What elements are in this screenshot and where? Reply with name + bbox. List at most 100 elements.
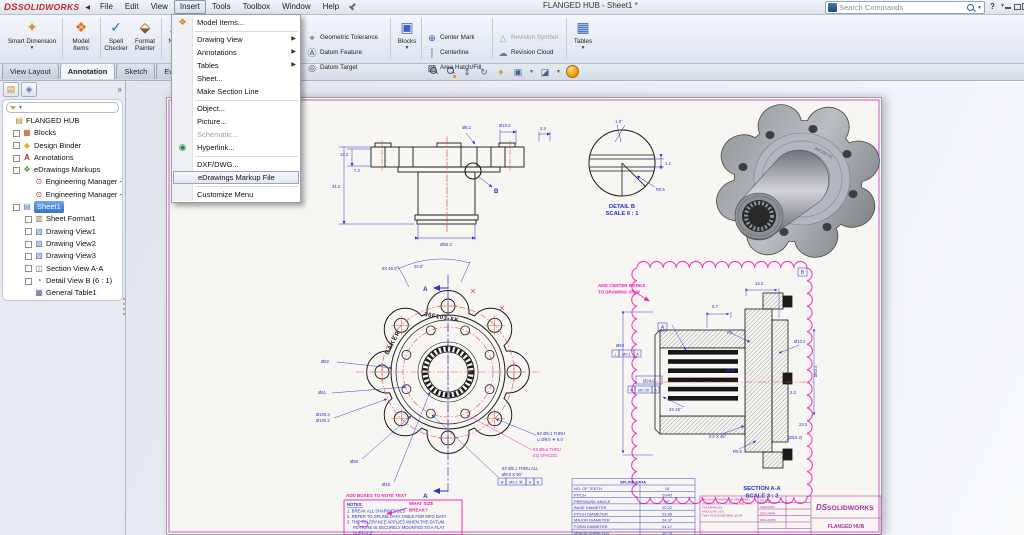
menu-item[interactable]: Edit xyxy=(119,0,145,14)
menu-item[interactable]: Insert xyxy=(174,0,206,14)
restore-button[interactable] xyxy=(1013,2,1021,10)
section-arrow-label[interactable]: A xyxy=(423,493,428,500)
insert-menu-item[interactable]: Sheet...▶ xyxy=(172,72,300,85)
appearances-icon[interactable] xyxy=(566,65,579,78)
tree-item[interactable]: Sheet1 xyxy=(3,201,122,213)
search-icon[interactable] xyxy=(966,3,975,12)
drawing-view-front[interactable]: 6X 45.0° 30.0° Ø82 Ø61 Ø100.3 Ø100.2 Ø89… xyxy=(316,259,565,500)
dim-label[interactable]: 0.5 X 45° xyxy=(709,434,727,439)
property-manager-tab-icon[interactable]: ◈ xyxy=(21,82,37,97)
datum-flag[interactable]: B xyxy=(801,270,805,276)
view-orientation-caret-icon[interactable]: ▼ xyxy=(529,69,534,75)
title-block[interactable]: UNLESS OTHERWISE SPECIFIED: DIMENSIONS A… xyxy=(700,496,881,535)
menu-item[interactable]: File xyxy=(94,0,119,14)
dim-label[interactable]: R0.5 xyxy=(656,187,666,192)
tree-expander-icon[interactable] xyxy=(13,155,20,162)
tree-filter-input[interactable]: ▼ xyxy=(6,102,119,113)
tree-expander-icon[interactable] xyxy=(25,241,32,248)
tree-item[interactable]: Design Binder xyxy=(3,140,122,152)
insert-menu-item[interactable]: Hyperlink...▶ xyxy=(172,141,300,154)
spell-checker-button[interactable]: ✓ Spell Checker xyxy=(102,16,130,61)
command-tab[interactable]: Sketch xyxy=(116,63,155,79)
dim-label[interactable]: 1.2 xyxy=(665,161,671,166)
view-scale-label[interactable]: SCALE 6 : 1 xyxy=(606,211,640,217)
insert-menu-item[interactable]: Object...▶ xyxy=(172,102,300,115)
hole-callout[interactable]: 6X Ø5.1 THRU xyxy=(537,431,565,436)
tree-expander-icon[interactable] xyxy=(13,130,20,137)
dim-label[interactable]: Ø29 xyxy=(726,368,735,373)
hole-callout-markup[interactable]: 6X Ø5.6 THRU xyxy=(533,447,561,452)
detail-b-flag[interactable]: B xyxy=(494,189,499,195)
dim-label[interactable]: Ø10.2 xyxy=(794,339,806,344)
tree-item[interactable]: Section View A-A xyxy=(3,263,122,275)
dim-label[interactable]: Ø63.4 xyxy=(813,365,818,377)
menu-item[interactable]: Help xyxy=(317,0,345,14)
drawing-view-isometric[interactable]: 36F103-XK xyxy=(693,97,882,282)
tree-expander-icon[interactable] xyxy=(25,265,32,272)
spline-data-table[interactable]: SPLINE DATA NO. OF TEETH18 PITCH20/40 PR… xyxy=(572,479,695,535)
dim-label[interactable]: Ø89 xyxy=(350,459,359,464)
insert-menu-item[interactable]: Tables▶ xyxy=(172,59,300,72)
hole-callout[interactable]: ⊔ Ø9.0 ▼ 5.0 xyxy=(537,437,563,442)
dim-label[interactable]: Ø82 xyxy=(321,359,330,364)
markup-note[interactable]: ADD BOXES TO NOTE TEXT xyxy=(346,493,407,498)
toolbar-stack-item[interactable]: ⒶDatum Feature xyxy=(306,45,362,60)
hole-callout[interactable]: 6X Ø5.1 THRU ALL xyxy=(502,466,539,471)
view-label[interactable]: SECTION A-A xyxy=(743,486,781,492)
tree-item[interactable]: Annotations xyxy=(3,152,122,164)
tree-expander-icon[interactable] xyxy=(13,167,20,174)
notes-block[interactable]: NOTES: 1. BREAK ALL SHARP EDGES 2. REFER… xyxy=(344,500,462,535)
dim-label[interactable]: 2X 45° xyxy=(669,407,682,412)
smart-dimension-button[interactable]: ✦ Smart Dimension ▼ xyxy=(4,16,60,61)
view-orientation-icon[interactable]: ▣ xyxy=(512,66,524,78)
dim-label[interactable]: Ø10.2 xyxy=(499,123,511,128)
toolbar-stack-item[interactable]: ⊕Center Mark xyxy=(426,30,475,45)
tables-button[interactable]: ▦ Tables ▼ xyxy=(570,16,596,61)
insert-menu-item[interactable]: DXF/DWG...▶ xyxy=(172,158,300,171)
feature-manager-tab-icon[interactable]: ▤ xyxy=(3,82,19,97)
search-scope-icon[interactable] xyxy=(828,3,837,12)
hole-callout-markup[interactable]: EQ SPACED xyxy=(533,453,557,458)
drawing-view-section[interactable]: 13.2 5.7 Ø60 Ø29 R5 Ø10.2 Ø63.4 3.3 23.2… xyxy=(612,261,818,503)
dim-label[interactable]: 5.7 xyxy=(712,304,718,309)
section-arrow-label[interactable]: A xyxy=(423,286,428,293)
menu-item[interactable]: View xyxy=(145,0,174,14)
dim-label[interactable]: 13.2 xyxy=(340,152,349,157)
dim-label[interactable]: 3.3 xyxy=(790,390,796,395)
dim-label[interactable]: R0.5 xyxy=(733,449,743,454)
tree-item[interactable]: Drawing View2 xyxy=(3,238,122,250)
tree-item[interactable]: Blocks xyxy=(3,127,122,139)
tree-expander-icon[interactable] xyxy=(13,142,20,149)
tree-item[interactable]: Drawing View1 xyxy=(3,226,122,238)
dim-label[interactable]: Ø100.2 xyxy=(316,418,330,423)
tables-caret-icon[interactable]: ▼ xyxy=(570,45,596,52)
dim-label[interactable]: Ø100.3 xyxy=(316,412,330,417)
tree-item[interactable]: Detail View B (6 : 1) xyxy=(3,275,122,287)
search-commands-input[interactable]: Search Commands ▼ xyxy=(825,1,985,14)
tree-expander-icon[interactable] xyxy=(25,253,32,260)
tree-item[interactable]: General Table1 xyxy=(3,287,122,299)
menu-item[interactable]: Tools xyxy=(206,0,237,14)
dim-label[interactable]: Ø46 xyxy=(382,482,391,487)
dim-label[interactable]: Ø6.1 xyxy=(462,125,472,130)
toolbar-stack-item[interactable]: △Revision Symbol xyxy=(497,30,558,45)
dim-label[interactable]: R5 xyxy=(727,330,733,335)
tree-item[interactable]: Drawing View3 xyxy=(3,250,122,262)
command-tab[interactable]: View Layout xyxy=(2,63,59,79)
display-style-icon[interactable]: ◪ xyxy=(539,66,551,78)
search-caret-icon[interactable]: ▼ xyxy=(977,5,982,11)
help-button[interactable]: ? xyxy=(990,2,995,11)
drawing-view-detail-b[interactable]: 1.0° 1.2 R0.5 DETAIL B SCALE 6 : 1 xyxy=(589,119,671,217)
dim-label[interactable]: Ø50.3 xyxy=(440,242,452,247)
toolbar-stack-item[interactable]: ┆Centerline xyxy=(426,45,469,60)
menu-item[interactable]: Window xyxy=(276,0,316,14)
dim-label[interactable]: Ø24.0 xyxy=(643,378,656,383)
tree-expander-icon[interactable] xyxy=(25,278,32,285)
toolbar-stack-item[interactable]: ◎Datum Target xyxy=(306,60,358,75)
markup-note[interactable]: TO DRAWING VIEW xyxy=(598,290,641,295)
tree-expander-icon[interactable] xyxy=(25,216,32,223)
markup-note[interactable]: BREAK? xyxy=(409,508,428,513)
menu-flyout-icon[interactable]: ◀ xyxy=(85,4,90,11)
smart-dimension-caret-icon[interactable]: ▼ xyxy=(4,45,60,52)
blocks-button[interactable]: ▣ Blocks ▼ xyxy=(394,16,420,61)
